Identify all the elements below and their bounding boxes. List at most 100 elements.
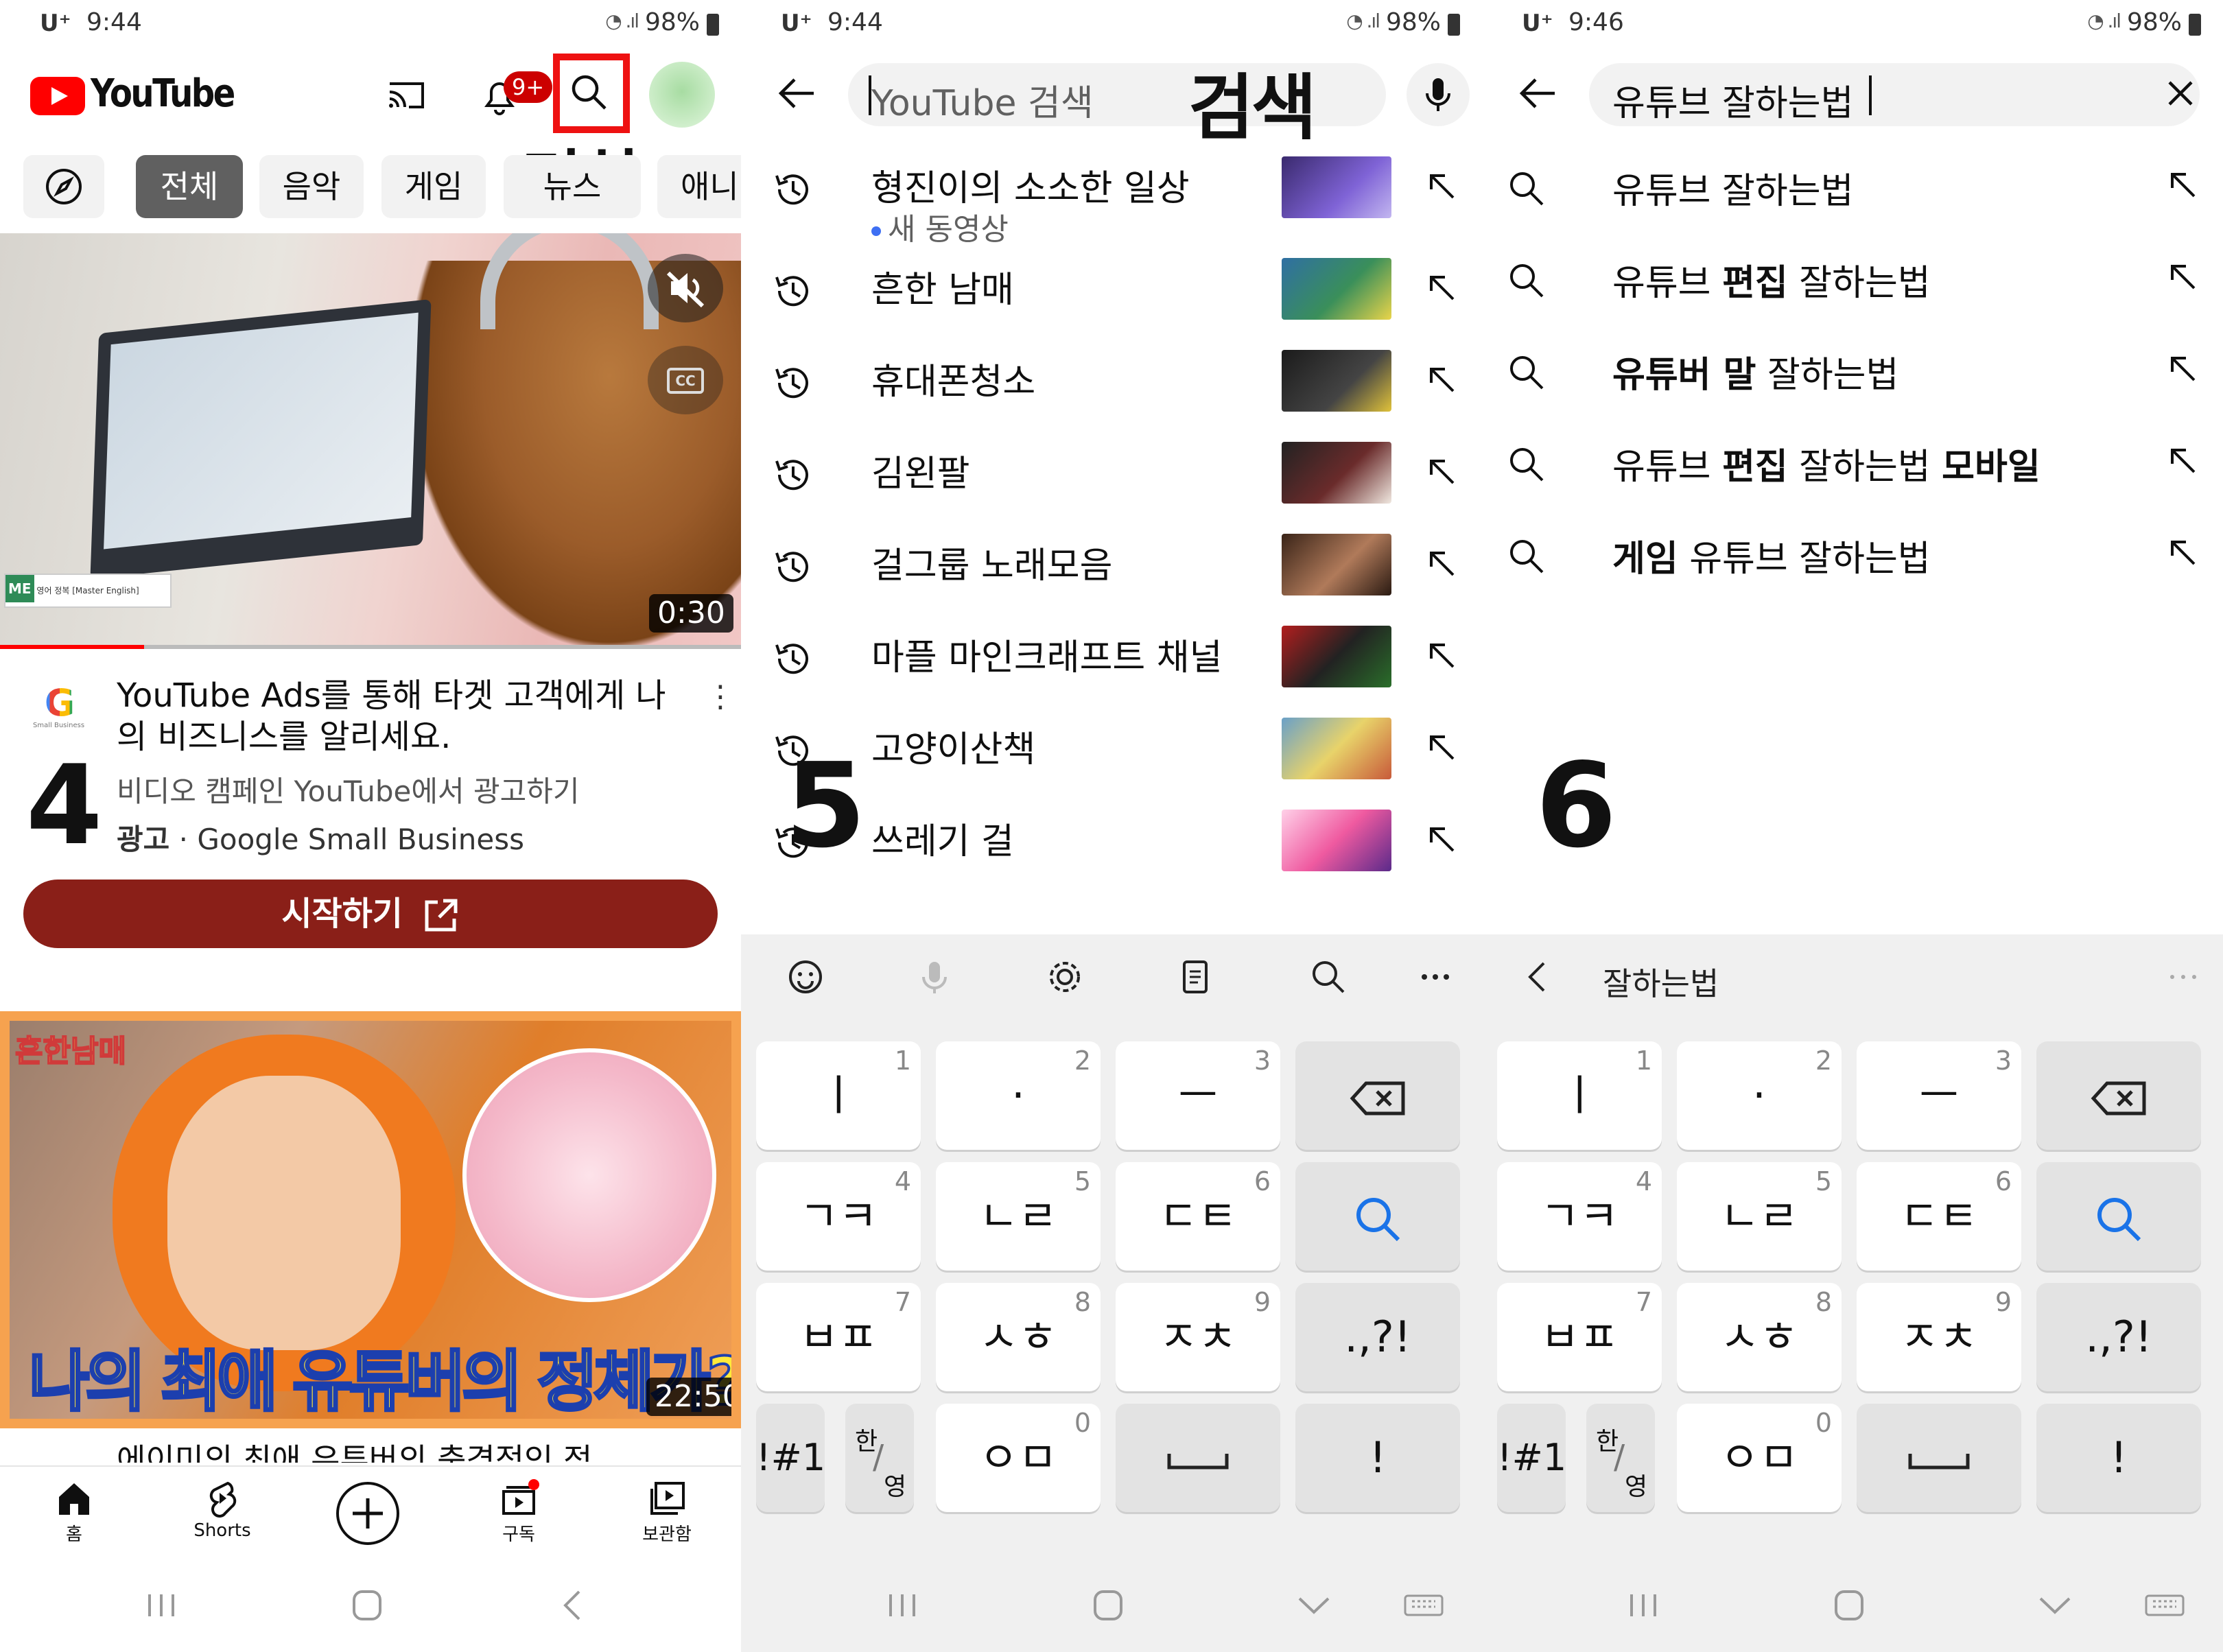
more-options-icon[interactable] <box>1413 955 1457 999</box>
key-symbols[interactable]: !#1 <box>1497 1404 1566 1512</box>
chip-music[interactable]: 음악 <box>259 155 364 218</box>
youtube-logo-icon[interactable] <box>30 77 85 115</box>
keyboard-switch-icon[interactable] <box>1400 1585 1448 1626</box>
chip-game[interactable]: 게임 <box>381 155 486 218</box>
key-b-p[interactable]: ㅂㅍ 7 <box>1497 1283 1662 1391</box>
history-item[interactable]: 김왼팔 <box>741 424 1482 516</box>
key-o-m[interactable]: ㅇㅁ 0 <box>936 1404 1101 1512</box>
suggestion-item[interactable]: 유튜브 편집 잘하는법 모바일 <box>1482 416 2223 508</box>
key-o-m[interactable]: ㅇㅁ 0 <box>1677 1404 1842 1512</box>
recent-apps-icon[interactable] <box>878 1585 926 1626</box>
history-item[interactable]: 형진이의 소소한 일상 새 동영상 <box>741 139 1482 247</box>
home-system-icon[interactable] <box>1084 1585 1132 1626</box>
key-punctuation[interactable]: .,?! <box>2036 1283 2201 1391</box>
more-vert-icon[interactable]: ⋮ <box>705 679 736 714</box>
hide-keyboard-icon[interactable] <box>1290 1585 1338 1626</box>
keyboard-suggestion[interactable]: 잘하는법 <box>1603 959 1719 1004</box>
home-system-icon[interactable] <box>1825 1585 1873 1626</box>
key-s-h[interactable]: ㅅㅎ 8 <box>936 1283 1101 1391</box>
key-exclaim[interactable]: ! <box>1295 1404 1460 1512</box>
voice-input-icon[interactable] <box>913 955 956 999</box>
key-d-t[interactable]: ㄷㅌ 6 <box>1857 1162 2021 1271</box>
mute-button[interactable] <box>648 254 723 322</box>
home-system-icon[interactable] <box>343 1585 391 1626</box>
back-arrow-icon[interactable] <box>775 71 819 115</box>
fill-query-arrow-icon[interactable] <box>1424 730 1459 764</box>
key-dot[interactable]: · 2 <box>1677 1041 1842 1150</box>
key-exclaim[interactable]: ! <box>2036 1404 2201 1512</box>
key-eu[interactable]: ㅡ3 <box>1857 1041 2021 1150</box>
start-button[interactable]: 시작하기 <box>23 880 718 948</box>
video-thumbnail-2[interactable]: 흔한남매 나의 최애 유튜버의 정체가??!! 22:50 <box>0 1011 741 1428</box>
fill-query-arrow-icon[interactable] <box>1424 546 1459 580</box>
suggestion-item[interactable]: 유튜브 편집 잘하는법 <box>1482 232 2223 324</box>
fill-query-arrow-icon[interactable] <box>1424 169 1459 203</box>
search-icon[interactable] <box>568 71 609 113</box>
next-video-title[interactable]: 에이미의 최애 유튜버의 충격적인 정 <box>117 1439 592 1463</box>
key-dot[interactable]: · 2 <box>936 1041 1101 1150</box>
key-symbols[interactable]: !#1 <box>756 1404 825 1512</box>
fill-query-arrow-icon[interactable] <box>2165 443 2200 477</box>
nav-library[interactable]: 보관함 <box>612 1479 722 1546</box>
chip-anime[interactable]: 애니 <box>657 155 741 218</box>
nav-home[interactable]: 홈 <box>19 1479 129 1546</box>
keyboard-switch-icon[interactable] <box>2141 1585 2189 1626</box>
key-search[interactable] <box>2036 1162 2201 1271</box>
key-d-t[interactable]: ㄷㅌ 6 <box>1116 1162 1280 1271</box>
key-backspace[interactable] <box>1295 1041 1460 1150</box>
settings-gear-icon[interactable] <box>1043 955 1087 999</box>
key-j-ch[interactable]: ㅈㅊ 9 <box>1116 1283 1280 1391</box>
key-lang-switch[interactable]: 한 / 영 <box>1586 1404 1655 1512</box>
key-b-p[interactable]: ㅂㅍ 7 <box>756 1283 921 1391</box>
keyboard-search-icon[interactable] <box>1306 955 1350 999</box>
chip-all[interactable]: 전체 <box>136 155 243 218</box>
captions-button[interactable]: CC <box>648 346 723 414</box>
key-punctuation[interactable]: .,?! <box>1295 1283 1460 1391</box>
suggestion-item[interactable]: 유튜브 잘하는법 <box>1482 140 2223 232</box>
key-space[interactable] <box>1116 1404 1280 1512</box>
key-eu[interactable]: ㅡ3 <box>1116 1041 1280 1150</box>
key-s-h[interactable]: ㅅㅎ 8 <box>1677 1283 1842 1391</box>
fill-query-arrow-icon[interactable] <box>2165 351 2200 386</box>
fill-query-arrow-icon[interactable] <box>2165 259 2200 294</box>
emoji-icon[interactable] <box>784 955 827 999</box>
fill-query-arrow-icon[interactable] <box>1424 270 1459 305</box>
search-input[interactable]: 유튜브 잘하는법 <box>1589 63 2200 126</box>
clear-search-icon[interactable] <box>2159 71 2202 115</box>
key-i[interactable]: ㅣ1 <box>1497 1041 1662 1150</box>
explore-chip[interactable] <box>23 155 104 218</box>
create-button[interactable] <box>336 1482 399 1545</box>
back-arrow-icon[interactable] <box>1516 71 1560 115</box>
key-g-k[interactable]: ㄱㅋ 4 <box>756 1162 921 1271</box>
fill-query-arrow-icon[interactable] <box>1424 454 1459 488</box>
video-player-ad[interactable]: CC ME 영어 정복 [Master English] 0:30 <box>0 233 741 649</box>
cast-icon[interactable] <box>387 80 425 111</box>
history-item[interactable]: 휴대폰청소 <box>741 332 1482 424</box>
key-i[interactable]: ㅣ1 <box>756 1041 921 1150</box>
fill-query-arrow-icon[interactable] <box>1424 362 1459 397</box>
account-avatar[interactable] <box>649 62 715 128</box>
history-item[interactable]: 걸그룹 노래모음 <box>741 516 1482 608</box>
suggestion-item[interactable]: 게임 유튜브 잘하는법 <box>1482 508 2223 600</box>
fill-query-arrow-icon[interactable] <box>1424 638 1459 672</box>
chip-news[interactable]: 뉴스 <box>504 155 641 218</box>
key-n-r[interactable]: ㄴㄹ 5 <box>936 1162 1101 1271</box>
key-backspace[interactable] <box>2036 1041 2201 1150</box>
key-lang-switch[interactable]: 한 / 영 <box>845 1404 914 1512</box>
hide-keyboard-icon[interactable] <box>2031 1585 2079 1626</box>
nav-subscriptions[interactable]: 구독 <box>464 1479 574 1546</box>
youtube-logo-text[interactable]: YouTube <box>91 71 235 116</box>
key-search[interactable] <box>1295 1162 1460 1271</box>
more-options-icon[interactable] <box>2161 955 2205 999</box>
history-item[interactable]: 마플 마인크래프트 채널 <box>741 608 1482 700</box>
key-j-ch[interactable]: ㅈㅊ 9 <box>1857 1283 2021 1391</box>
key-space[interactable] <box>1857 1404 2021 1512</box>
nav-shorts[interactable]: Shorts <box>167 1479 277 1541</box>
recent-apps-icon[interactable] <box>1619 1585 1667 1626</box>
recent-apps-icon[interactable] <box>137 1585 185 1626</box>
ad-title[interactable]: YouTube Ads를 통해 타겟 고객에게 나의 비즈니스를 알리세요. <box>117 675 679 757</box>
suggestion-item[interactable]: 유튜버 말 잘하는법 <box>1482 324 2223 416</box>
fill-query-arrow-icon[interactable] <box>2165 167 2200 202</box>
collapse-suggestions-icon[interactable] <box>1516 955 1560 999</box>
fill-query-arrow-icon[interactable] <box>1424 822 1459 856</box>
